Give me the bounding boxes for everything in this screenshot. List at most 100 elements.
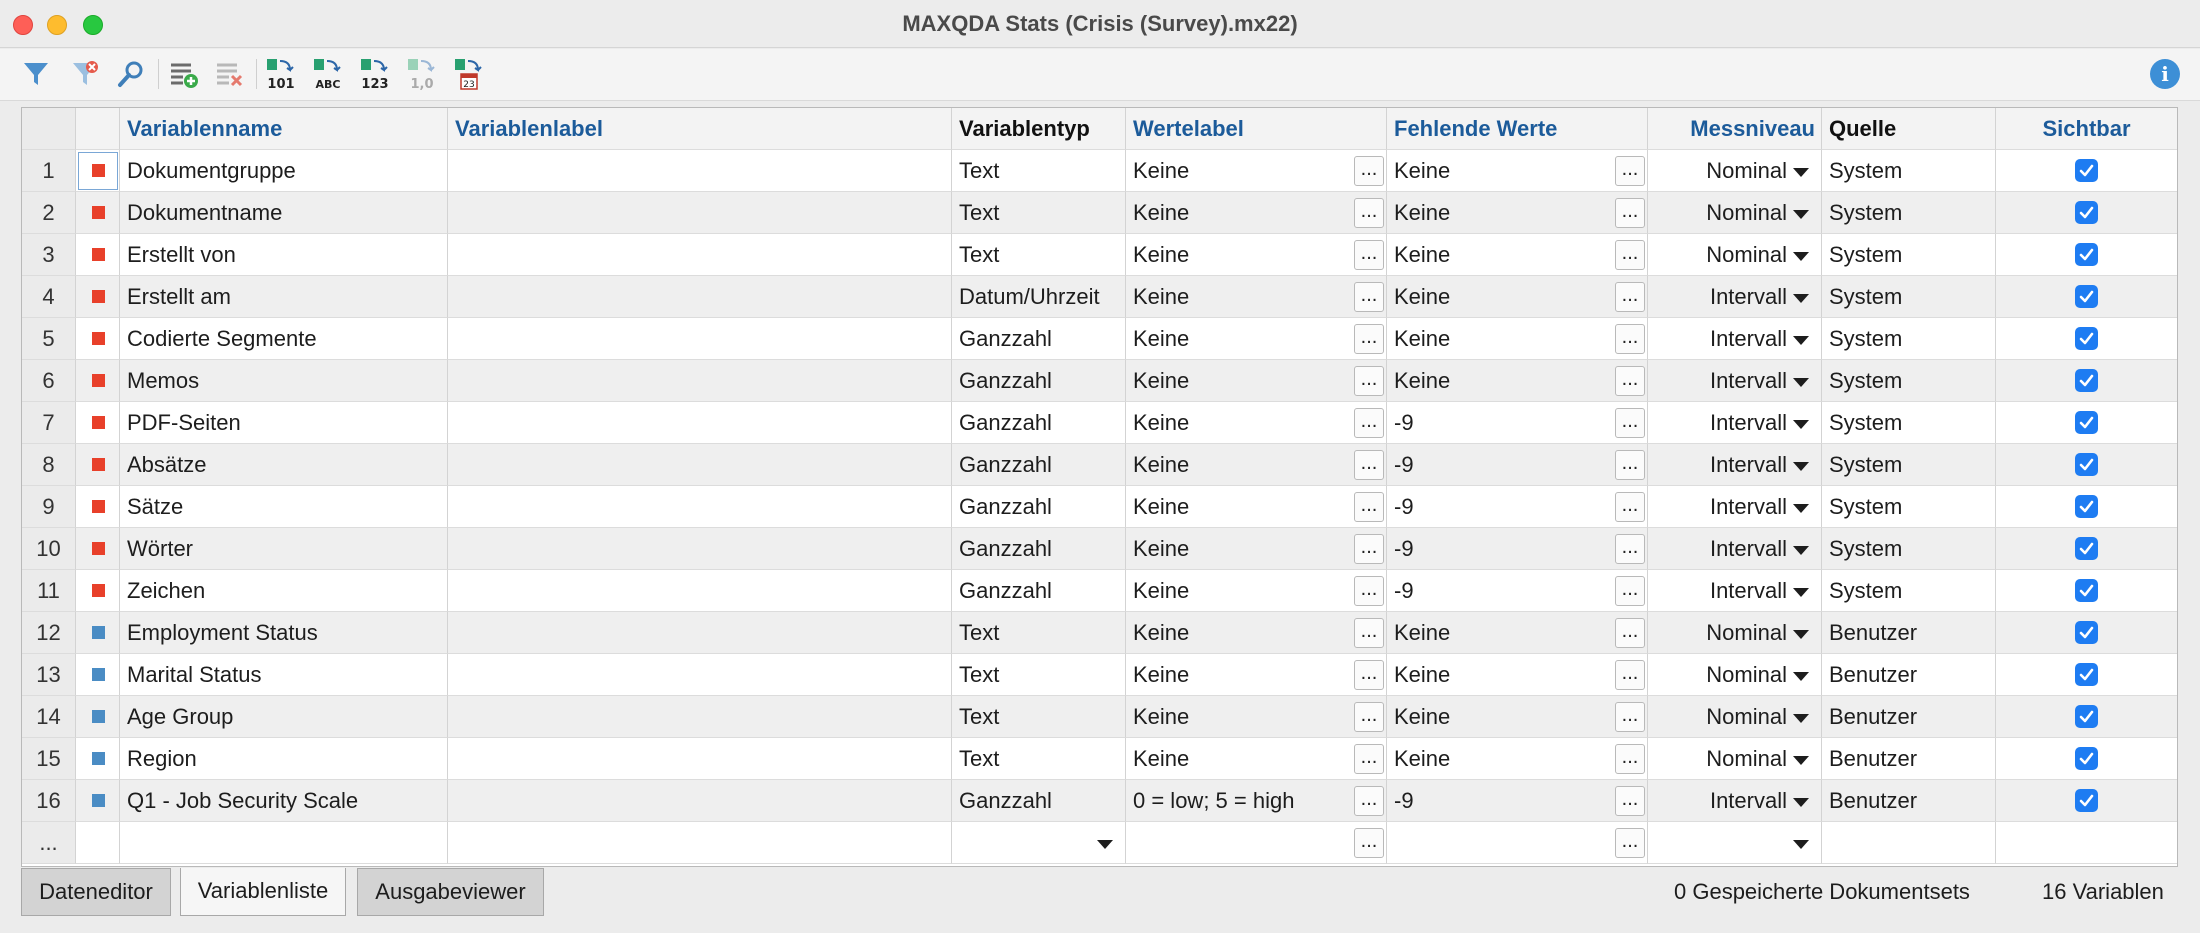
variable-type-cell[interactable]: Datum/Uhrzeit — [952, 276, 1126, 318]
missing-values-cell[interactable]: Keine... — [1387, 192, 1648, 234]
missing-values-cell[interactable]: Keine... — [1387, 318, 1648, 360]
value-label-cell[interactable]: Keine... — [1126, 612, 1387, 654]
variable-type-cell[interactable]: Ganzzahl — [952, 528, 1126, 570]
value-label-cell[interactable]: ... — [1126, 822, 1387, 864]
edit-value-label-button[interactable]: ... — [1354, 786, 1384, 816]
new-variable-name-cell[interactable] — [120, 822, 448, 864]
edit-value-label-button[interactable]: ... — [1354, 156, 1384, 186]
value-label-cell[interactable]: Keine... — [1126, 486, 1387, 528]
measurement-level-select[interactable]: Nominal — [1648, 654, 1822, 696]
convert-date-icon[interactable]: 23 — [450, 55, 488, 93]
table-row[interactable]: 16 Q1 - Job Security Scale Ganzzahl 0 = low… — [22, 780, 2177, 822]
edit-missing-values-button[interactable]: ... — [1615, 618, 1645, 648]
add-variable-icon[interactable] — [164, 55, 202, 93]
value-label-cell[interactable]: Keine... — [1126, 444, 1387, 486]
edit-value-label-button[interactable]: ... — [1354, 492, 1384, 522]
header-wertelabel[interactable]: Wertelabel — [1126, 108, 1387, 150]
variable-label-cell[interactable] — [448, 738, 952, 780]
visible-checkbox[interactable] — [2075, 663, 2098, 686]
new-variable-row[interactable]: ......... — [22, 822, 2177, 864]
variable-name-cell[interactable]: Marital Status — [120, 654, 448, 696]
value-label-cell[interactable]: Keine... — [1126, 402, 1387, 444]
variable-label-cell[interactable] — [448, 192, 952, 234]
new-variable-label-cell[interactable] — [448, 822, 952, 864]
variable-type-cell[interactable]: Ganzzahl — [952, 360, 1126, 402]
edit-value-label-button[interactable]: ... — [1354, 240, 1384, 270]
filter-icon[interactable] — [17, 55, 55, 93]
variable-label-cell[interactable] — [448, 318, 952, 360]
edit-value-label-button[interactable]: ... — [1354, 534, 1384, 564]
missing-values-cell[interactable]: Keine... — [1387, 150, 1648, 192]
variable-name-cell[interactable]: Dokumentgruppe — [120, 150, 448, 192]
variable-name-cell[interactable]: Zeichen — [120, 570, 448, 612]
measurement-level-select[interactable]: Intervall — [1648, 276, 1822, 318]
edit-missing-values-button[interactable]: ... — [1615, 492, 1645, 522]
variable-name-cell[interactable]: Sätze — [120, 486, 448, 528]
variable-type-cell[interactable]: Text — [952, 654, 1126, 696]
variable-name-cell[interactable]: Dokumentname — [120, 192, 448, 234]
edit-missing-values-button[interactable]: ... — [1615, 786, 1645, 816]
variable-type-cell[interactable]: Text — [952, 696, 1126, 738]
table-row[interactable]: 9 Sätze Ganzzahl Keine... -9... Intervall Syst… — [22, 486, 2177, 528]
table-row[interactable]: 4 Erstellt am Datum/Uhrzeit Keine... Keine..… — [22, 276, 2177, 318]
measurement-level-select[interactable] — [1648, 822, 1822, 864]
edit-missing-values-button[interactable]: ... — [1615, 366, 1645, 396]
value-label-cell[interactable]: Keine... — [1126, 276, 1387, 318]
edit-missing-values-button[interactable]: ... — [1615, 408, 1645, 438]
variable-label-cell[interactable] — [448, 570, 952, 612]
visible-checkbox[interactable] — [2075, 369, 2098, 392]
table-row[interactable]: 3 Erstellt von Text Keine... Keine... Nominal… — [22, 234, 2177, 276]
variable-type-cell[interactable]: Ganzzahl — [952, 402, 1126, 444]
variable-name-cell[interactable]: Absätze — [120, 444, 448, 486]
header-variablenlabel[interactable]: Variablenlabel — [448, 108, 952, 150]
measurement-level-select[interactable]: Nominal — [1648, 192, 1822, 234]
visible-checkbox[interactable] — [2075, 327, 2098, 350]
measurement-level-select[interactable]: Intervall — [1648, 402, 1822, 444]
visible-checkbox[interactable] — [2075, 621, 2098, 644]
visible-checkbox[interactable] — [2075, 201, 2098, 224]
header-variablentyp[interactable]: Variablentyp — [952, 108, 1126, 150]
variable-type-cell[interactable]: Text — [952, 192, 1126, 234]
variable-name-cell[interactable]: Erstellt am — [120, 276, 448, 318]
header-variablenname[interactable]: Variablenname — [120, 108, 448, 150]
variable-type-cell[interactable]: Ganzzahl — [952, 444, 1126, 486]
missing-values-cell[interactable]: Keine... — [1387, 696, 1648, 738]
table-row[interactable]: 1 Dokumentgruppe Text Keine... Keine... Nomin… — [22, 150, 2177, 192]
table-row[interactable]: 7 PDF-Seiten Ganzzahl Keine... -9... Interval… — [22, 402, 2177, 444]
visible-checkbox[interactable] — [2075, 747, 2098, 770]
tab-ausgabeviewer[interactable]: Ausgabeviewer — [357, 868, 544, 916]
visible-checkbox[interactable] — [2075, 705, 2098, 728]
edit-missing-values-button[interactable]: ... — [1615, 534, 1645, 564]
edit-value-label-button[interactable]: ... — [1354, 618, 1384, 648]
value-label-cell[interactable]: Keine... — [1126, 696, 1387, 738]
edit-missing-values-button[interactable]: ... — [1615, 828, 1645, 858]
table-row[interactable]: 13 Marital Status Text Keine... Keine... Nomi… — [22, 654, 2177, 696]
header-fehlende-werte[interactable]: Fehlende Werte — [1387, 108, 1648, 150]
edit-missing-values-button[interactable]: ... — [1615, 282, 1645, 312]
edit-value-label-button[interactable]: ... — [1354, 324, 1384, 354]
variable-label-cell[interactable] — [448, 360, 952, 402]
missing-values-cell[interactable]: -9... — [1387, 570, 1648, 612]
value-label-cell[interactable]: 0 = low; 5 = high... — [1126, 780, 1387, 822]
info-icon[interactable]: i — [2150, 59, 2180, 89]
edit-missing-values-button[interactable]: ... — [1615, 156, 1645, 186]
variable-name-cell[interactable]: Q1 - Job Security Scale — [120, 780, 448, 822]
missing-values-cell[interactable]: -9... — [1387, 780, 1648, 822]
variable-name-cell[interactable]: Memos — [120, 360, 448, 402]
convert-integer-icon[interactable]: 123 — [356, 55, 394, 93]
value-label-cell[interactable]: Keine... — [1126, 360, 1387, 402]
measurement-level-select[interactable]: Nominal — [1648, 612, 1822, 654]
variable-label-cell[interactable] — [448, 276, 952, 318]
convert-decimal-icon[interactable]: 1,0 — [403, 55, 441, 93]
table-row[interactable]: 14 Age Group Text Keine... Keine... Nominal Be… — [22, 696, 2177, 738]
missing-values-cell[interactable]: -9... — [1387, 402, 1648, 444]
variable-name-cell[interactable]: Codierte Segmente — [120, 318, 448, 360]
missing-values-cell[interactable]: Keine... — [1387, 612, 1648, 654]
edit-missing-values-button[interactable]: ... — [1615, 240, 1645, 270]
variable-type-cell[interactable]: Text — [952, 738, 1126, 780]
variable-name-cell[interactable]: Erstellt von — [120, 234, 448, 276]
table-row[interactable]: 5 Codierte Segmente Ganzzahl Keine... Keine.… — [22, 318, 2177, 360]
search-icon[interactable] — [112, 55, 150, 93]
edit-value-label-button[interactable]: ... — [1354, 450, 1384, 480]
missing-values-cell[interactable]: Keine... — [1387, 738, 1648, 780]
